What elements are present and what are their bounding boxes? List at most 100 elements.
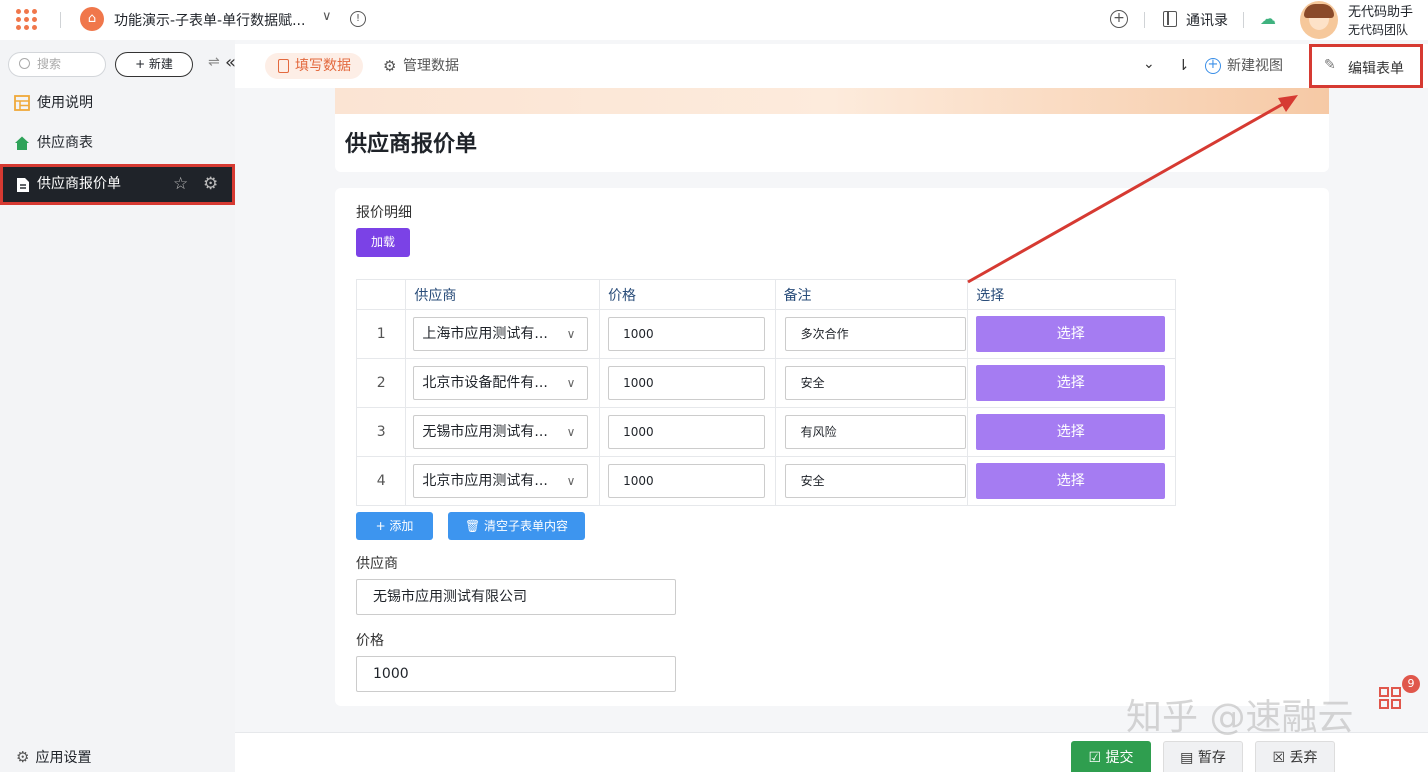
submit-button[interactable]: ☑ 提交 [1071,741,1151,772]
supplier-field[interactable]: 无锡市应用测试有限公司 [356,579,676,615]
price-input[interactable]: 1000 [608,366,766,400]
user-team: 无代码团队 [1348,23,1409,37]
chevron-down-icon: ∨ [566,474,576,488]
double-chevron-down-icon[interactable]: ⌄ [1143,56,1155,72]
contacts-link[interactable]: 通讯录 [1186,10,1228,30]
submit-icon: ☑ [1088,750,1102,766]
row-index: 1 [355,309,407,359]
swap-icon[interactable]: ⇌ [208,54,220,70]
app-settings-label: 应用设置 [35,750,92,766]
tab-manage-data[interactable]: ⚙ 管理数据 [383,53,459,79]
cloud-check-icon[interactable]: ☁ [1260,9,1276,28]
gear-icon[interactable]: ⚙ [203,167,218,202]
discard-label: 丢弃 [1289,750,1318,766]
note-input[interactable]: 安全 [784,366,966,400]
app-settings[interactable]: ⚙ 应用设置 [16,747,91,767]
new-view-label: 新建视图 [1227,58,1283,74]
divider [1144,12,1145,28]
clear-subform-label: 清空子表单内容 [484,519,569,533]
user-name: 无代码助手 [1348,5,1414,20]
top-bar: ⌂ 功能演示-子表单-单行数据赋... ∨ ! + 通讯录 ☁ 无代码助手 无代… [0,0,1428,40]
supplier-select[interactable]: 北京市应用测试有... ∨ [413,464,589,498]
column-header: 供应商 [405,279,601,310]
title-card: 供应商报价单 [335,114,1329,172]
select-button[interactable]: 选择 [976,463,1166,499]
edit-form-button[interactable]: ✎ 编辑表单 [1309,44,1423,88]
app-logo-icon: ⌂ [80,7,104,31]
new-button[interactable]: + 新建 [115,52,193,77]
sort-icon[interactable]: ⇂ [1177,56,1190,74]
row-index: 2 [355,358,407,408]
supplier-value: 上海市应用测试有... [422,326,548,342]
select-button[interactable]: 选择 [976,316,1166,352]
search-placeholder: 搜索 [37,57,62,71]
tab-bar: 填写数据 ⚙ 管理数据 ⌄ ⇂ + 新建视图 [235,44,1428,88]
search-input[interactable]: 搜索 [8,52,106,77]
page-title: 供应商报价单 [345,132,478,157]
app-title[interactable]: 功能演示-子表单-单行数据赋... [114,10,305,30]
sidebar-item-supplier-table[interactable]: 供应商表 [0,124,235,162]
add-row-button[interactable]: + 添加 [356,512,433,540]
sidebar-item-supplier-quote[interactable]: 供应商报价单 ☆ ⚙ [0,164,235,205]
avatar[interactable] [1300,1,1338,39]
chevron-down-icon[interactable]: ∨ [322,9,332,24]
table-row: 3 无锡市应用测试有... ∨ 1000 有风险 选择 [355,407,1176,457]
supplier-value: 北京市设备配件有... [422,375,548,391]
table-row: 2 北京市设备配件有... ∨ 1000 安全 选择 [355,358,1176,408]
sidebar-item-instructions[interactable]: 使用说明 [0,84,235,122]
grid-icon [14,95,30,111]
sidebar: 搜索 + 新建 ⇌ « 使用说明 供应商表 供应商报价单 ☆ ⚙ ⚙ 应用设置 [0,40,236,772]
form-icon [278,59,289,73]
new-view-button[interactable]: + 新建视图 [1205,54,1283,78]
chevron-down-icon: ∨ [566,425,576,439]
price-input[interactable]: 1000 [608,317,766,351]
apps-grid-icon[interactable] [16,9,38,31]
load-button[interactable]: 加载 [356,228,410,257]
supplier-value: 北京市应用测试有... [422,473,548,489]
column-header: 选择 [967,279,1176,310]
select-button[interactable]: 选择 [976,414,1166,450]
sidebar-item-label: 使用说明 [37,95,93,111]
supplier-select[interactable]: 北京市设备配件有... ∨ [413,366,589,400]
supplier-select[interactable]: 上海市应用测试有... ∨ [413,317,589,351]
save-icon: ▤ [1180,750,1194,766]
tab-label: 管理数据 [403,58,459,74]
info-icon[interactable]: ! [350,11,366,27]
price-field-label: 价格 [356,633,384,649]
supplier-select[interactable]: 无锡市应用测试有... ∨ [413,415,589,449]
watermark: 知乎 @速融云 [1126,697,1354,738]
column-header-index [355,279,407,310]
tab-fill-data[interactable]: 填写数据 [265,53,363,79]
select-button[interactable]: 选择 [976,365,1166,401]
trash-icon: 🗑 [464,519,481,533]
supplier-value: 无锡市应用测试有... [422,424,548,440]
supplier-field-label: 供应商 [356,556,398,572]
divider [1243,12,1244,28]
edit-form-label: 编辑表单 [1348,61,1404,77]
sidebar-item-label: 供应商报价单 [37,176,121,192]
save-draft-button[interactable]: ▤ 暂存 [1163,741,1243,772]
plus-circle-icon[interactable]: + [1110,10,1128,28]
note-input[interactable]: 有风险 [784,415,966,449]
price-field[interactable]: 1000 [356,656,676,692]
clear-subform-button[interactable]: 🗑 清空子表单内容 [448,512,585,540]
row-index: 4 [355,456,407,506]
star-icon[interactable]: ☆ [173,167,188,202]
note-input[interactable]: 安全 [784,464,966,498]
column-header: 备注 [774,279,969,310]
note-input[interactable]: 多次合作 [784,317,966,351]
home-icon [15,136,29,150]
gear-icon: ⚙ [16,748,30,766]
sidebar-item-label: 供应商表 [37,135,93,151]
column-header: 价格 [599,279,776,310]
pencil-icon: ✎ [1324,57,1336,73]
save-label: 暂存 [1197,750,1226,766]
price-input[interactable]: 1000 [608,415,766,449]
table-header: 供应商 价格 备注 选择 [355,279,1176,310]
price-input[interactable]: 1000 [608,464,766,498]
discard-button[interactable]: ☒ 丢弃 [1255,741,1335,772]
book-icon[interactable] [1163,11,1177,27]
table-row: 1 上海市应用测试有... ∨ 1000 多次合作 选择 [355,309,1176,359]
plus-circle-icon: + [1205,58,1221,74]
document-icon [17,178,29,192]
